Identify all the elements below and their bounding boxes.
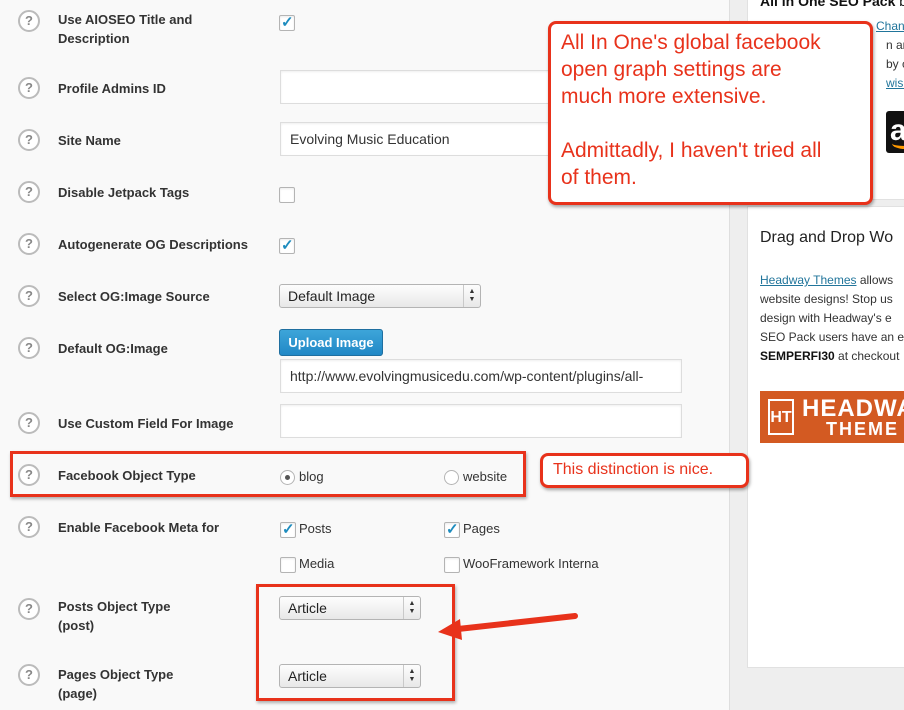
- headway-logo-icon: HT: [768, 399, 794, 435]
- callout-line: Admittadly, I haven't tried all: [561, 139, 822, 162]
- checkmark-icon: ✓: [281, 237, 294, 254]
- promo-text: allows: [856, 273, 894, 287]
- help-icon[interactable]: ?: [18, 598, 40, 620]
- headway-link[interactable]: Headway Themes: [760, 273, 857, 287]
- default-og-image-url-input[interactable]: http://www.evolvingmusicedu.com/wp-conte…: [280, 359, 682, 393]
- custom-field-image-input[interactable]: [280, 404, 682, 438]
- amazon-logo-icon[interactable]: a: [886, 111, 904, 153]
- promo-text: design with Headway's e: [760, 311, 892, 325]
- annotation-highlight-facebook-object-type: [10, 451, 526, 497]
- sidebar-box-headway: Drag and Drop Wo Headway Themes allows w…: [747, 206, 904, 668]
- sidebar-link-fragment[interactable]: wishli: [886, 76, 904, 90]
- fb-meta-wooframework-label: WooFramework Interna: [463, 556, 599, 571]
- callout-line: much more extensive.: [561, 85, 767, 108]
- checkmark-icon: ✓: [281, 14, 294, 31]
- fb-meta-media-checkbox[interactable]: [280, 557, 296, 573]
- help-icon[interactable]: ?: [18, 181, 40, 203]
- og-image-source-select[interactable]: Default Image ▲ ▼: [279, 284, 481, 308]
- site-name-input[interactable]: Evolving Music Education: [280, 122, 580, 156]
- disable-jetpack-checkbox[interactable]: [279, 187, 295, 203]
- fb-meta-pages-label: Pages: [463, 521, 500, 536]
- coupon-code: SEMPERFI30: [760, 349, 835, 363]
- profile-admins-label: Profile Admins ID: [58, 81, 166, 96]
- sidebar-box-title-suffix: b: [899, 0, 904, 9]
- default-og-image-label: Default OG:Image: [58, 341, 168, 356]
- amazon-smile-icon: [892, 138, 904, 149]
- annotation-callout-global-settings: All In One's global facebook open graph …: [548, 21, 873, 205]
- promo-text: website designs! Stop us: [760, 292, 893, 306]
- headway-banner-word: HEADWA: [802, 395, 904, 422]
- help-icon[interactable]: ?: [18, 516, 40, 538]
- callout-line: All In One's global facebook: [561, 31, 821, 54]
- promo-text: SEO Pack users have an e: [760, 330, 904, 344]
- fb-meta-pages-checkbox[interactable]: ✓: [444, 521, 460, 538]
- disable-jetpack-label: Disable Jetpack Tags: [58, 185, 190, 200]
- sidebar-box-title: Drag and Drop Wo: [760, 229, 894, 246]
- label-line: Use AIOSEO Title and: [58, 12, 193, 27]
- help-icon[interactable]: ?: [18, 10, 40, 32]
- label-line: Pages Object Type: [58, 667, 174, 682]
- checkmark-icon: ✓: [282, 521, 295, 538]
- fb-meta-posts-label: Posts: [299, 521, 332, 536]
- label-line: (post): [58, 618, 95, 633]
- use-title-description-checkbox[interactable]: ✓: [279, 14, 295, 31]
- sidebar-promo-text: Headway Themes allows website designs! S…: [760, 271, 904, 366]
- help-icon[interactable]: ?: [18, 233, 40, 255]
- fb-meta-posts-checkbox[interactable]: ✓: [280, 521, 296, 538]
- fb-meta-media-label: Media: [299, 556, 335, 571]
- select-arrows-icon: ▲ ▼: [463, 285, 480, 307]
- autogenerate-og-checkbox[interactable]: ✓: [279, 237, 295, 254]
- headway-banner-word2: THEME: [826, 419, 899, 439]
- upload-image-button[interactable]: Upload Image: [279, 329, 383, 356]
- help-icon[interactable]: ?: [18, 412, 40, 434]
- posts-object-type-label: Posts Object Type (post): [58, 597, 170, 635]
- site-name-label: Site Name: [58, 133, 121, 148]
- sidebar-link-fragment[interactable]: Chang: [876, 19, 904, 33]
- help-icon[interactable]: ?: [18, 664, 40, 686]
- callout-line: of them.: [561, 166, 637, 189]
- use-title-description-label: Use AIOSEO Title and Description: [58, 10, 192, 48]
- annotation-arrow-icon: [438, 613, 578, 640]
- og-image-source-label: Select OG:Image Source: [58, 289, 210, 304]
- help-icon[interactable]: ?: [18, 129, 40, 151]
- annotation-callout-distinction: This distinction is nice.: [540, 453, 749, 488]
- label-line: (page): [58, 686, 97, 701]
- autogenerate-og-label: Autogenerate OG Descriptions: [58, 237, 248, 252]
- fb-meta-wooframework-checkbox[interactable]: [444, 557, 460, 573]
- promo-text: at checkout: [834, 349, 900, 363]
- custom-field-image-label: Use Custom Field For Image: [58, 416, 234, 431]
- select-value: Default Image: [288, 288, 376, 304]
- callout-line: open graph settings are: [561, 58, 782, 81]
- checkmark-icon: ✓: [446, 521, 459, 538]
- help-icon[interactable]: ?: [18, 337, 40, 359]
- sidebar-box-title-text: All in One SEO Pack: [760, 0, 896, 9]
- help-icon[interactable]: ?: [18, 285, 40, 307]
- callout-spacer: [561, 110, 860, 137]
- label-line: Posts Object Type: [58, 599, 171, 614]
- enable-fb-meta-label: Enable Facebook Meta for: [58, 520, 220, 535]
- help-icon[interactable]: ?: [18, 77, 40, 99]
- sidebar-box-title: All in One SEO Pack b: [760, 0, 904, 9]
- profile-admins-input[interactable]: [280, 70, 580, 104]
- pages-object-type-label: Pages Object Type (page): [58, 665, 173, 703]
- annotation-highlight-object-types: [256, 584, 455, 701]
- sidebar-text-fragment: n and: [886, 38, 904, 52]
- sidebar-text-fragment: by cli: [886, 57, 904, 71]
- label-line: Description: [58, 31, 130, 46]
- headway-banner[interactable]: HT HEADWA THEME: [760, 391, 904, 443]
